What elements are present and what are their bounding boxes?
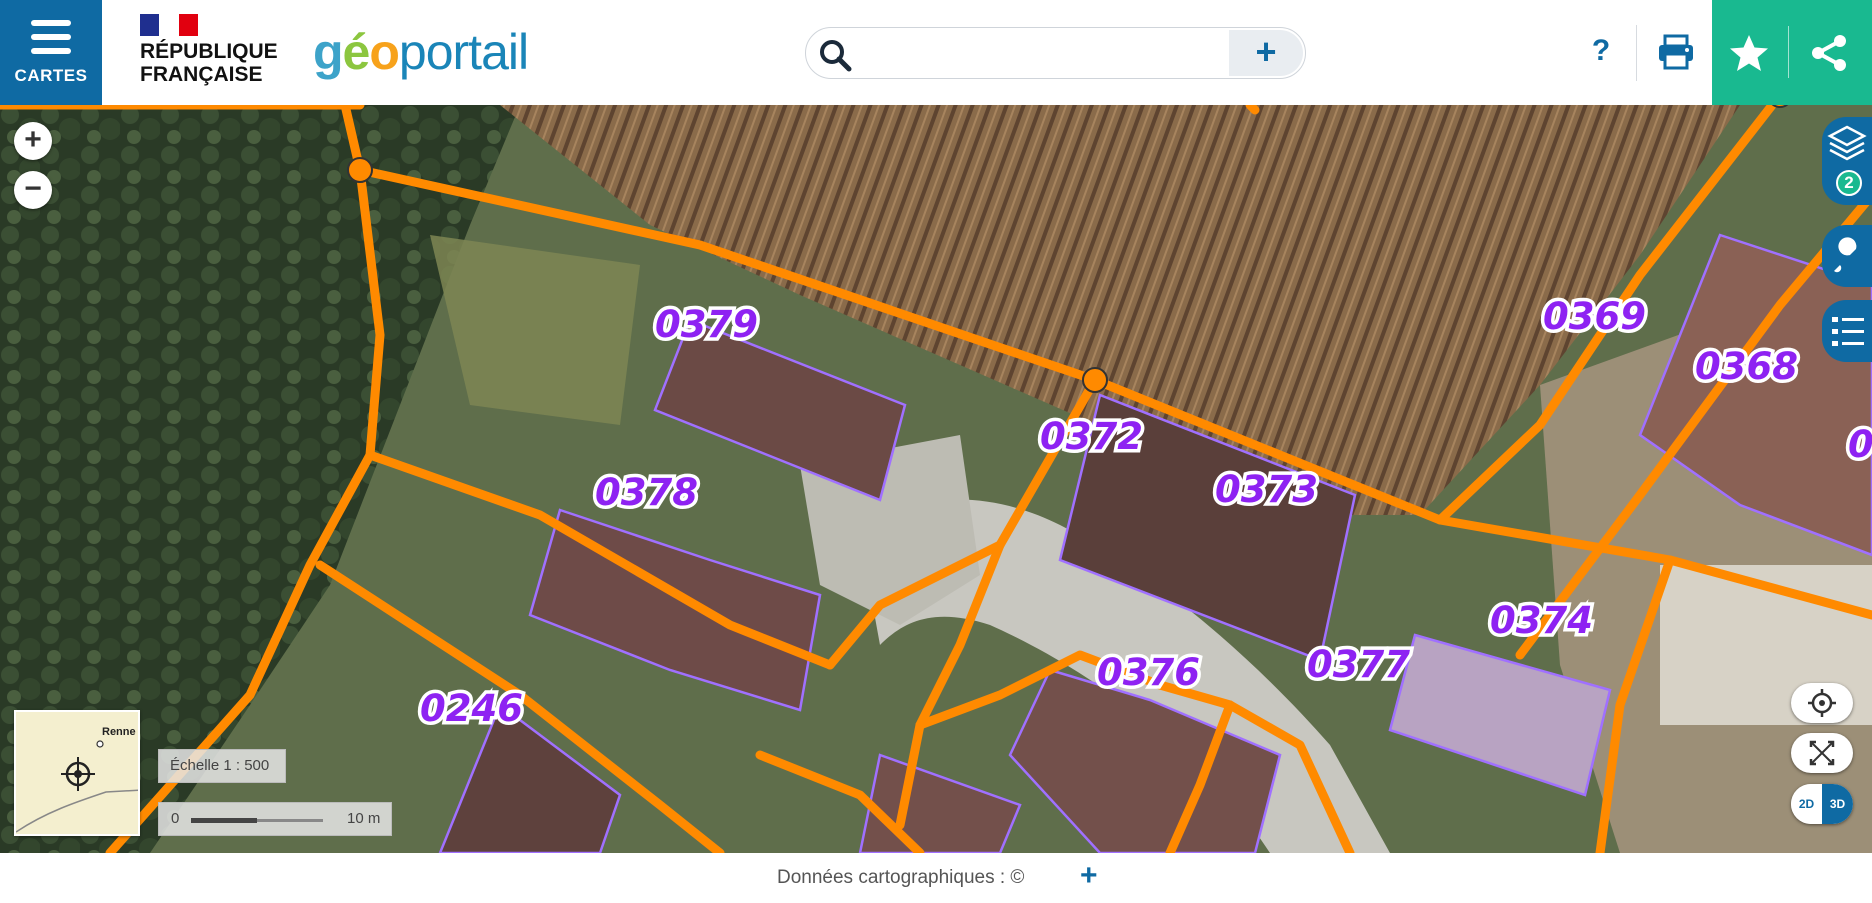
hamburger-icon <box>31 19 71 54</box>
scale-ratio: Échelle 1 : 500 <box>158 749 286 783</box>
overview-minimap[interactable]: Renne <box>14 710 140 836</box>
parcel-label[interactable]: 0369 <box>1540 292 1650 342</box>
parcel-label[interactable]: 0378 <box>592 468 702 518</box>
zoom-in-button[interactable]: + <box>14 122 52 160</box>
aerial-cadastral-map[interactable]: 0379 0378 0372 0373 0369 0368 0374 0376 … <box>0 105 1872 853</box>
republique-line2: FRANÇAISE <box>140 63 263 86</box>
share-icon[interactable] <box>1806 30 1852 76</box>
attribution-expand-button[interactable]: + <box>1080 859 1098 893</box>
geolocate-button[interactable] <box>1791 683 1853 723</box>
search-icon[interactable] <box>818 38 852 72</box>
search-input[interactable] <box>862 36 1232 70</box>
layer-count-badge: 2 <box>1844 173 1854 192</box>
overview-place-label: Renne <box>102 726 136 738</box>
star-icon[interactable] <box>1726 30 1772 76</box>
brand-letter-g: g <box>313 24 344 80</box>
parcel-label[interactable]: 0377 <box>1304 640 1414 690</box>
advanced-search-button[interactable]: + <box>1229 30 1303 76</box>
parcel-label[interactable]: 0368 <box>1692 342 1802 392</box>
brand-letter-e: é <box>342 24 371 80</box>
list-icon <box>1832 317 1864 346</box>
map-footer: Données cartographiques : © + <box>0 853 1872 903</box>
republique-text: RÉPUBLIQUE FRANÇAISE <box>140 40 290 86</box>
attribution-text: Données cartographiques : © <box>777 867 1025 888</box>
toolbar-divider <box>1636 25 1637 81</box>
view-mode-toggle[interactable]: 2D 3D <box>1791 784 1853 824</box>
brand-letter-o: o <box>369 24 400 80</box>
parcel-label[interactable]: 0379 <box>652 300 762 350</box>
zoom-out-button[interactable]: − <box>14 171 52 209</box>
panel-divider <box>1788 26 1789 78</box>
layers-tab[interactable]: 2 <box>1822 117 1872 205</box>
republique-francaise-logo[interactable]: RÉPUBLIQUE FRANÇAISE <box>140 14 290 94</box>
wrench-icon <box>1834 237 1857 273</box>
marianne-flag-icon <box>140 14 198 36</box>
top-header: CARTES RÉPUBLIQUE FRANÇAISE géoportail +… <box>0 0 1872 105</box>
search-bar: + <box>805 27 1306 79</box>
parcel-label[interactable]: 0246 <box>417 684 527 734</box>
parcel-label[interactable]: 0372 <box>1037 412 1147 462</box>
scale-line <box>191 818 323 823</box>
fullscreen-button[interactable] <box>1791 733 1853 773</box>
scale-zero: 0 <box>171 810 180 827</box>
cartes-menu-button[interactable]: CARTES <box>0 0 102 105</box>
legend-tab[interactable] <box>1822 300 1872 362</box>
parcel-label[interactable]: 0376 <box>1094 648 1204 698</box>
parcel-label[interactable]: 0373 <box>1212 465 1322 515</box>
republique-line1: RÉPUBLIQUE <box>140 40 278 63</box>
fullscreen-icon <box>1809 740 1835 766</box>
geoportail-logo[interactable]: géoportail <box>313 22 529 82</box>
favorites-share-panel <box>1712 0 1872 105</box>
scale-bar: 0 10 m <box>158 802 392 836</box>
map-canvas[interactable]: 0379 0378 0372 0373 0369 0368 0374 0376 … <box>0 105 1872 853</box>
cartes-label: CARTES <box>14 65 88 85</box>
scale-distance: 10 m <box>347 810 381 827</box>
brand-portail: portail <box>398 24 529 80</box>
crosshair-icon <box>1808 689 1836 717</box>
help-button[interactable]: ? <box>1583 26 1619 76</box>
print-icon[interactable] <box>1655 26 1697 76</box>
tools-tab[interactable] <box>1822 225 1872 287</box>
parcel-label[interactable]: 0374 <box>1487 596 1597 646</box>
parcel-label[interactable]: 0 <box>1845 420 1872 470</box>
